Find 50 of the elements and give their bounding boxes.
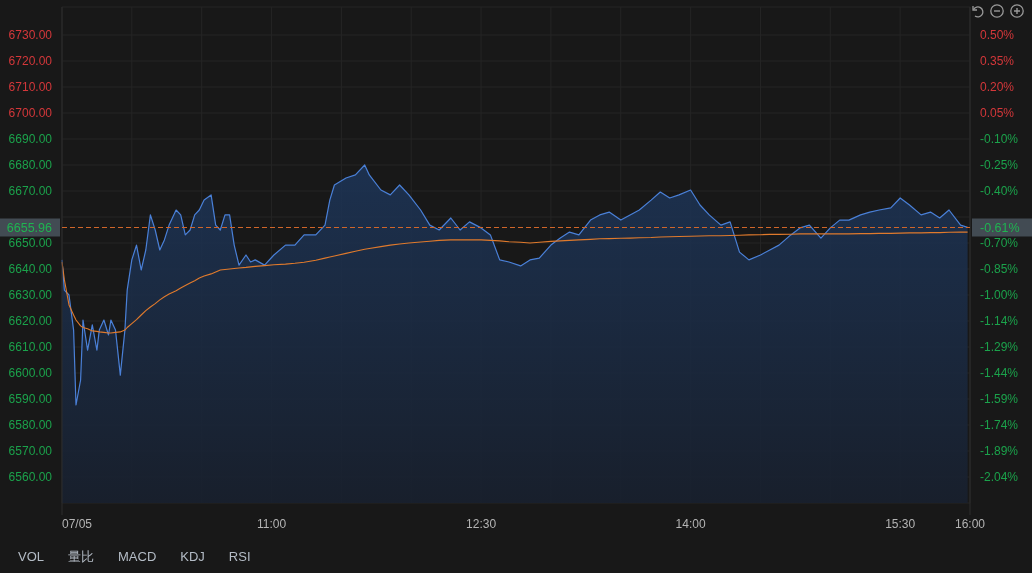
price-axis-label: 6630.00 — [8, 288, 52, 302]
percent-axis-label: -1.00% — [980, 288, 1019, 302]
price-axis-label: 6640.00 — [8, 262, 52, 276]
indicator-tab[interactable]: MACD — [112, 547, 163, 566]
percent-axis-label: -1.44% — [980, 366, 1019, 380]
indicator-tab[interactable]: VOL — [12, 547, 50, 566]
price-axis-label: 6670.00 — [8, 184, 52, 198]
percent-axis-label: -0.70% — [980, 236, 1019, 250]
price-axis-label: 6680.00 — [8, 158, 52, 172]
percent-axis-label: -1.74% — [980, 418, 1019, 432]
price-axis-label: 6620.00 — [8, 314, 52, 328]
percent-axis-label: -2.04% — [980, 470, 1019, 484]
percent-axis-label: -0.10% — [980, 132, 1019, 146]
percent-axis-label: 0.05% — [980, 106, 1015, 120]
percent-axis-label: -0.40% — [980, 184, 1019, 198]
price-axis-label: 6710.00 — [8, 80, 52, 94]
zoom-in-icon[interactable] — [1008, 3, 1026, 19]
percent-axis-label: -0.25% — [980, 158, 1019, 172]
price-axis-label: 6570.00 — [8, 444, 52, 458]
percent-axis-label: -1.14% — [980, 314, 1019, 328]
ref-line-label: 6655.96 — [6, 221, 53, 235]
last-price-tag: 6655.96 — [0, 218, 60, 237]
percent-axis-label: 0.50% — [980, 28, 1015, 42]
indicator-tab[interactable]: KDJ — [174, 547, 211, 566]
price-axis-label: 6610.00 — [8, 340, 52, 354]
date-label: 07/05 — [62, 517, 93, 531]
change-percent-tag: -0.61% — [972, 218, 1032, 237]
price-axis-label: 6580.00 — [8, 418, 52, 432]
time-axis-label: 12:30 — [466, 517, 497, 531]
indicator-tab[interactable]: 量比 — [62, 545, 100, 568]
percent-axis-label: 0.35% — [980, 54, 1015, 68]
percent-axis-label: -0.85% — [980, 262, 1019, 276]
indicator-tab[interactable]: RSI — [222, 547, 257, 566]
price-axis-label: 6590.00 — [8, 392, 52, 406]
percent-axis-label: -1.29% — [980, 340, 1019, 354]
price-axis-label: 6560.00 — [8, 470, 52, 484]
price-axis-label: 6650.00 — [8, 236, 52, 250]
time-axis-label: 11:00 — [256, 517, 287, 531]
percent-axis-label: -1.89% — [980, 444, 1019, 458]
price-axis-label: 6690.00 — [8, 132, 52, 146]
price-axis-label: 6730.00 — [8, 28, 52, 42]
time-axis-label: 16:00 — [955, 517, 985, 531]
percent-axis-label: 0.20% — [980, 80, 1015, 94]
percent-axis-label: -1.59% — [980, 392, 1019, 406]
zoom-out-icon[interactable] — [988, 3, 1006, 19]
time-axis-label: 14:00 — [675, 517, 706, 531]
time-axis-label: 15:30 — [885, 517, 916, 531]
price-axis-label: 6700.00 — [8, 106, 52, 120]
price-axis-label: 6720.00 — [8, 54, 52, 68]
price-axis-label: 6600.00 — [8, 366, 52, 380]
